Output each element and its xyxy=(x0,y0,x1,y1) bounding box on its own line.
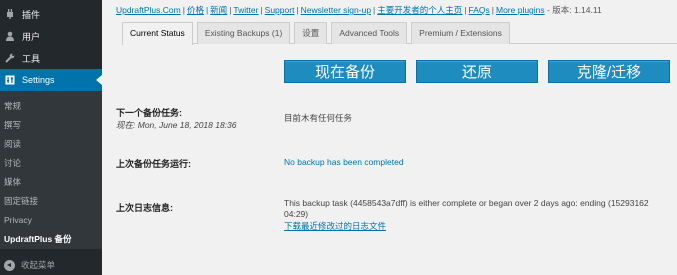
clone-migrate-button[interactable]: 克隆/迁移 xyxy=(548,60,670,83)
sidebar-item-label: Settings xyxy=(22,75,55,85)
plugin-links-bar: UpdraftPlus.Com | 价格 | 新闻 | Twitter | Support | Ne… xyxy=(116,5,602,15)
user-icon xyxy=(4,30,16,42)
collapse-icon xyxy=(4,259,15,271)
last-log-line2: 04:29) xyxy=(284,209,309,219)
plugin-icon xyxy=(4,8,16,20)
link-lead-dev-homepage[interactable]: 主要开发者的个人主页 xyxy=(377,5,462,15)
link-news[interactable]: 新闻 xyxy=(210,5,227,15)
download-log-link[interactable]: 下载最近修改过的日志文件 xyxy=(284,220,386,232)
wrench-icon xyxy=(4,52,16,64)
tab-bar: Current Status Existing Backups (1) 设置 A… xyxy=(122,22,677,45)
link-updraftplus-com[interactable]: UpdraftPlus.Com xyxy=(116,5,181,15)
last-run-label: 上次备份任务运行: xyxy=(116,159,191,169)
last-log-label: 上次日志信息: xyxy=(116,203,173,213)
submenu-item-writing[interactable]: 撰写 xyxy=(0,116,102,135)
next-backup-label: 下一个备份任务: xyxy=(116,108,182,118)
backup-actions: 现在备份 还原 克隆/迁移 xyxy=(284,60,677,83)
sidebar-item-settings[interactable]: Settings xyxy=(0,69,102,91)
tab-advanced-tools[interactable]: Advanced Tools xyxy=(331,22,408,44)
submenu-item-updraftplus[interactable]: UpdraftPlus 备份 xyxy=(0,230,102,249)
submenu-item-reading[interactable]: 阅读 xyxy=(0,135,102,154)
now-value: : Mon, June 18, 2018 18:36 xyxy=(133,120,237,130)
submenu-item-privacy[interactable]: Privacy xyxy=(0,211,102,230)
admin-sidebar: 插件 用户 工具 Settings 常规 撰写 阅读 讨论 媒体 固定链接 Pr… xyxy=(0,0,102,275)
link-more-plugins[interactable]: More plugins xyxy=(496,5,545,15)
collapse-menu-label: 收起菜单 xyxy=(21,260,56,270)
link-pricing[interactable]: 价格 xyxy=(187,5,204,15)
submenu-item-general[interactable]: 常规 xyxy=(0,97,102,116)
link-faqs[interactable]: FAQs xyxy=(469,5,490,15)
now-label: 现在 xyxy=(116,120,134,130)
tab-current-status[interactable]: Current Status xyxy=(122,22,193,45)
sidebar-item-label: 用户 xyxy=(22,31,41,42)
link-newsletter[interactable]: Newsletter sign-up xyxy=(301,5,371,15)
backup-now-button[interactable]: 现在备份 xyxy=(284,60,406,83)
tab-premium-extensions[interactable]: Premium / Extensions xyxy=(411,22,510,44)
next-backup-value: 目前木有任何任务 xyxy=(284,113,353,123)
submenu-item-discussion[interactable]: 讨论 xyxy=(0,154,102,173)
submenu-item-permalinks[interactable]: 固定链接 xyxy=(0,192,102,211)
sidebar-item-plugins[interactable]: 插件 xyxy=(0,3,102,25)
last-log-line1: This backup task (4458543a7dff) is eithe… xyxy=(284,198,649,208)
link-support[interactable]: Support xyxy=(265,5,295,15)
next-backup-now: 现在: Mon, June 18, 2018 18:36 xyxy=(116,119,237,131)
settings-icon xyxy=(4,74,16,86)
settings-submenu: 常规 撰写 阅读 讨论 媒体 固定链接 Privacy UpdraftPlus … xyxy=(0,91,102,249)
sidebar-item-label: 工具 xyxy=(22,53,41,64)
submenu-item-media[interactable]: 媒体 xyxy=(0,173,102,192)
sidebar-item-label: 插件 xyxy=(22,9,41,20)
tab-existing-backups[interactable]: Existing Backups (1) xyxy=(196,22,291,44)
sidebar-item-tools[interactable]: 工具 xyxy=(0,47,102,69)
tab-settings[interactable]: 设置 xyxy=(294,22,328,44)
collapse-menu-button[interactable]: 收起菜单 xyxy=(0,255,102,275)
version-text: - 版本: 1.14.11 xyxy=(547,5,602,15)
main-content: UpdraftPlus.Com | 价格 | 新闻 | Twitter | Support | Ne… xyxy=(102,0,677,275)
link-twitter[interactable]: Twitter xyxy=(233,5,258,15)
restore-button[interactable]: 还原 xyxy=(416,60,538,83)
sidebar-item-users[interactable]: 用户 xyxy=(0,25,102,47)
last-run-value: No backup has been completed xyxy=(284,157,404,167)
